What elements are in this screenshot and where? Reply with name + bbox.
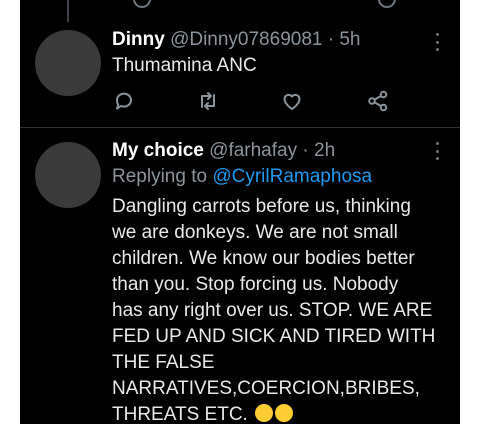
tweet-text-line: than you. Stop forcing us. Nobody <box>112 274 399 295</box>
reply-icon[interactable] <box>133 0 151 8</box>
timeline-panel: Dinny @Dinny07869081 · 5h Thumamina ANC <box>20 0 460 424</box>
share-icon[interactable] <box>378 0 396 8</box>
more-icon[interactable] <box>436 33 440 51</box>
weary-face-emoji <box>255 404 274 422</box>
tweet-body: My choice @farhafay · 2h Replying to @Cy… <box>112 139 436 424</box>
handle[interactable]: @Dinny07869081 <box>170 29 322 50</box>
avatar[interactable] <box>35 30 101 96</box>
replying-prefix: Replying to <box>112 166 213 187</box>
mention-link[interactable]: @CyrilRamaphosa <box>212 166 372 187</box>
weary-face-emoji <box>275 404 294 422</box>
tweet-text-line: NARRATIVES,COERCION,BRIBES, <box>112 378 420 399</box>
retweet-icon[interactable] <box>196 89 220 113</box>
replying-to: Replying to @CyrilRamaphosa <box>112 165 436 189</box>
timestamp[interactable]: 5h <box>339 29 360 50</box>
tweet-text-line: THE FALSE <box>112 352 215 373</box>
tweet-text-line-last: THREATS ETC. <box>112 402 436 424</box>
tweet-text-segment: THREATS ETC. <box>112 404 248 424</box>
tweet-text: Thumamina ANC <box>112 55 257 76</box>
more-icon[interactable] <box>436 142 440 160</box>
avatar[interactable] <box>35 142 101 208</box>
like-icon[interactable] <box>280 89 304 113</box>
tweet-text-line: Dangling carrots before us, thinking <box>112 196 411 217</box>
thread-connector <box>67 0 69 22</box>
display-name[interactable]: My choice <box>112 140 204 161</box>
handle[interactable]: @farhafay <box>209 140 297 161</box>
separator: · <box>322 29 340 50</box>
previous-tweet-actions <box>20 0 460 8</box>
reply-icon[interactable] <box>112 89 136 113</box>
tweet-text-line: children. We know our bodies better <box>112 248 415 269</box>
tweet-text-line: FED UP AND SICK AND TIRED WITH <box>112 326 436 347</box>
tweet-text-line: we are donkeys. We are not small <box>112 222 398 243</box>
tweet-text-line: has any right over us. STOP. WE ARE <box>112 300 433 321</box>
tweet-text: Dangling carrots before us, thinking we … <box>112 194 436 424</box>
tweet-divider <box>20 127 460 128</box>
timestamp[interactable]: 2h <box>314 140 335 161</box>
share-icon[interactable] <box>366 89 390 113</box>
display-name[interactable]: Dinny <box>112 29 165 50</box>
tweet-header: My choice @farhafay · 2h <box>112 139 436 163</box>
separator: · <box>297 140 314 161</box>
tweet-body: Dinny @Dinny07869081 · 5h Thumamina ANC <box>112 28 436 79</box>
tweet-header: Dinny @Dinny07869081 · 5h <box>112 28 436 52</box>
tweet-actions <box>112 89 412 113</box>
